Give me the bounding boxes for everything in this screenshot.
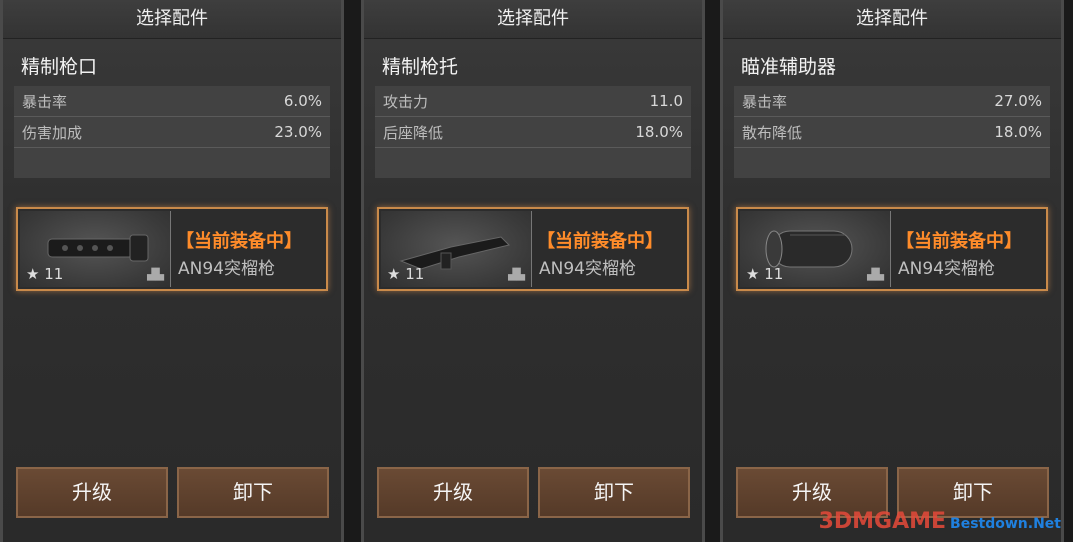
stat-label: 攻击力 <box>383 92 429 111</box>
panel-title: 选择配件 <box>3 0 341 39</box>
panel-title: 选择配件 <box>364 0 702 39</box>
accessory-thumbnail: ★ 11 ▟▙ <box>20 211 171 287</box>
accessory-panel-3: 选择配件 瞄准辅助器 暴击率 27.0% 散布降低 18.0% ★ 11 ▟▙ … <box>720 0 1064 542</box>
stats-table: 攻击力 11.0 后座降低 18.0% <box>375 86 691 178</box>
slot-icon: ▟▙ <box>867 268 884 281</box>
upgrade-button[interactable]: 升级 <box>16 467 168 518</box>
star-icon: ★ <box>387 265 401 283</box>
stat-row: 后座降低 18.0% <box>375 117 691 148</box>
stats-table: 暴击率 6.0% 伤害加成 23.0% <box>14 86 330 178</box>
unequip-button[interactable]: 卸下 <box>177 467 329 518</box>
accessory-thumbnail: ★ 11 ▟▙ <box>381 211 532 287</box>
stat-row: 攻击力 11.0 <box>375 86 691 117</box>
level-value: 11 <box>44 265 64 283</box>
stat-row-empty <box>14 148 330 178</box>
stats-table: 暴击率 27.0% 散布降低 18.0% <box>734 86 1050 178</box>
level-value: 11 <box>405 265 425 283</box>
accessory-panel-1: 选择配件 精制枪口 暴击率 6.0% 伤害加成 23.0% ★ 11 ▟▙ 【当… <box>0 0 344 542</box>
panel-title: 选择配件 <box>723 0 1061 39</box>
accessory-name: 瞄准辅助器 <box>741 56 837 78</box>
equipped-weapon: AN94突榴枪 <box>539 259 636 279</box>
stat-row: 伤害加成 23.0% <box>14 117 330 148</box>
equip-status: 【当前装备中】 <box>537 231 663 252</box>
stat-row-empty <box>734 148 1050 178</box>
equipped-accessory-card[interactable]: ★ 11 ▟▙ 【当前装备中】 AN94突榴枪 <box>736 207 1048 291</box>
accessory-panel-2: 选择配件 精制枪托 攻击力 11.0 后座降低 18.0% ★ 11 ▟▙ 【当… <box>361 0 705 542</box>
stat-label: 暴击率 <box>742 92 788 111</box>
accessory-name: 精制枪托 <box>382 56 459 78</box>
stat-label: 暴击率 <box>22 92 68 111</box>
stat-value: 18.0% <box>994 123 1042 141</box>
stat-value: 23.0% <box>274 123 322 141</box>
equipped-weapon: AN94突榴枪 <box>898 259 995 279</box>
stat-label: 伤害加成 <box>22 123 83 142</box>
star-icon: ★ <box>26 265 40 283</box>
stat-value: 11.0 <box>649 92 683 110</box>
level-badge: ★ 11 <box>26 265 63 283</box>
equipped-accessory-card[interactable]: ★ 11 ▟▙ 【当前装备中】 AN94突榴枪 <box>377 207 689 291</box>
stat-row: 暴击率 27.0% <box>734 86 1050 117</box>
equipped-accessory-card[interactable]: ★ 11 ▟▙ 【当前装备中】 AN94突榴枪 <box>16 207 328 291</box>
slot-icon: ▟▙ <box>508 268 525 281</box>
equip-status: 【当前装备中】 <box>176 231 302 252</box>
level-badge: ★ 11 <box>387 265 424 283</box>
stat-value: 27.0% <box>994 92 1042 110</box>
stat-row: 散布降低 18.0% <box>734 117 1050 148</box>
stat-label: 后座降低 <box>383 123 444 142</box>
level-badge: ★ 11 <box>746 265 783 283</box>
equipped-weapon: AN94突榴枪 <box>178 259 275 279</box>
watermark-sub: Bestdown.Net <box>950 516 1061 532</box>
upgrade-button[interactable]: 升级 <box>377 467 529 518</box>
stat-row-empty <box>375 148 691 178</box>
accessory-name: 精制枪口 <box>21 56 98 78</box>
slot-icon: ▟▙ <box>147 268 164 281</box>
stat-label: 散布降低 <box>742 123 803 142</box>
star-icon: ★ <box>746 265 760 283</box>
stat-value: 18.0% <box>635 123 683 141</box>
site-watermark: 3DMGAME Bestdown.Net <box>819 509 1061 534</box>
equip-status: 【当前装备中】 <box>896 231 1022 252</box>
level-value: 11 <box>764 265 784 283</box>
accessory-thumbnail: ★ 11 ▟▙ <box>740 211 891 287</box>
watermark-text: 3DMGAME <box>818 509 947 534</box>
stat-row: 暴击率 6.0% <box>14 86 330 117</box>
unequip-button[interactable]: 卸下 <box>538 467 690 518</box>
stat-value: 6.0% <box>283 92 322 110</box>
